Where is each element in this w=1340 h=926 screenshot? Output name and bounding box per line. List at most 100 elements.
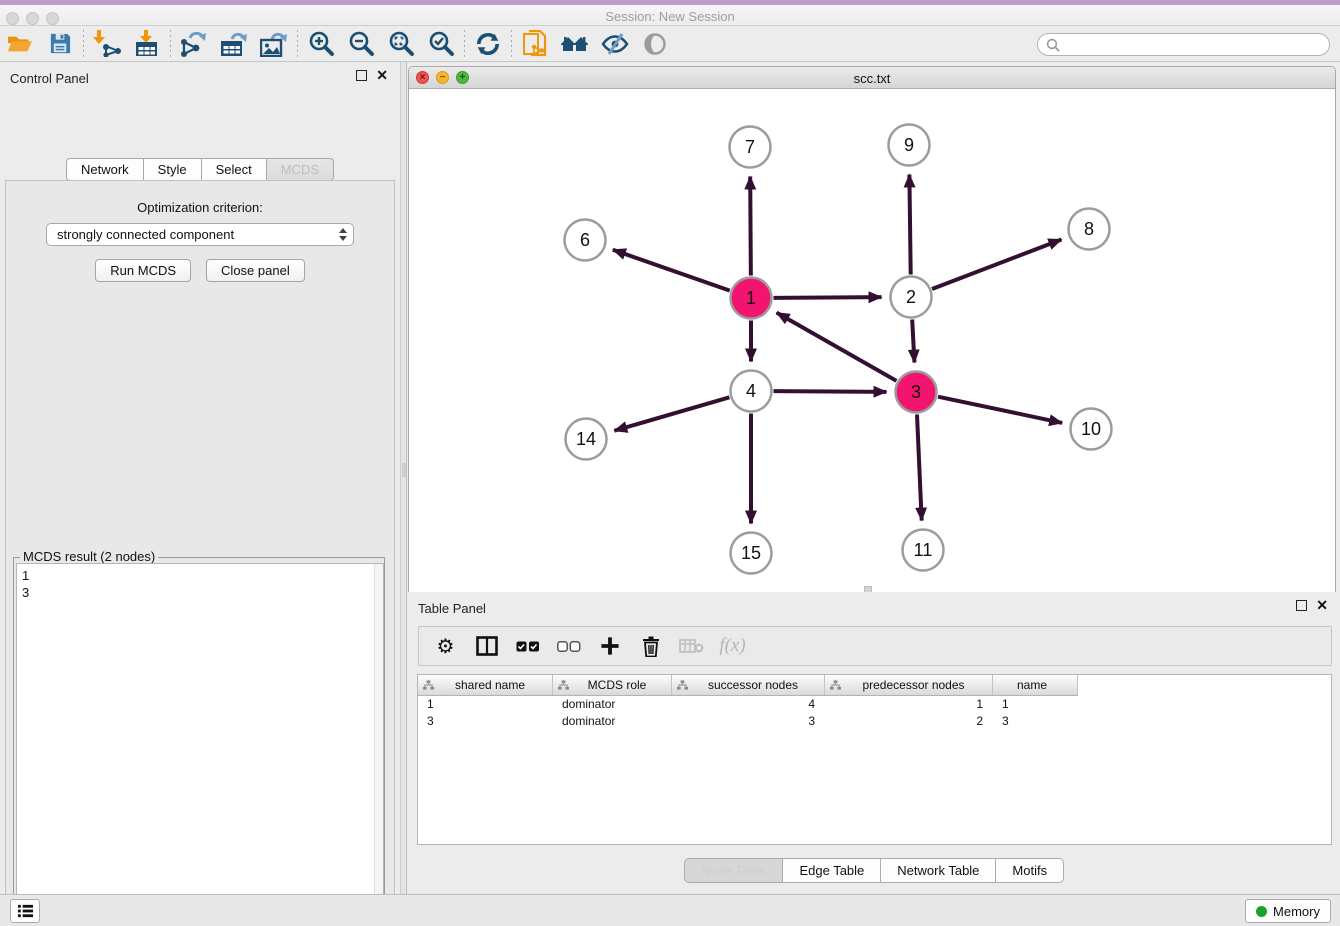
optimization-criterion-label: Optimization criterion: — [6, 200, 394, 215]
control-panel-tabs: NetworkStyleSelectMCDS — [0, 158, 400, 181]
table-row[interactable]: 1dominator411 — [418, 696, 1331, 713]
edge-4-14[interactable] — [614, 397, 729, 430]
table-options-gear-icon[interactable]: ⚙ — [427, 629, 464, 663]
float-panel-icon[interactable] — [356, 70, 367, 81]
edge-2-9[interactable] — [909, 174, 910, 274]
edge-3-1[interactable] — [777, 313, 897, 381]
network-from-clipboard-icon[interactable] — [515, 27, 555, 61]
node-table-header: shared nameMCDS rolesuccessor nodesprede… — [418, 675, 1078, 696]
show-column-icon[interactable] — [468, 629, 505, 663]
edge-1-6[interactable] — [613, 250, 730, 291]
table-panel: Table Panel ✕ ⚙ — [408, 592, 1340, 894]
column-header-MCDS-role[interactable]: MCDS role — [553, 675, 672, 695]
table-row[interactable]: 3dominator323 — [418, 713, 1331, 730]
memory-label: Memory — [1273, 904, 1320, 919]
toolbar-separator — [83, 30, 84, 58]
table-cell: 3 — [418, 714, 553, 728]
chevron-up-down-icon — [338, 227, 348, 245]
edge-3-11[interactable] — [917, 414, 922, 520]
import-network-icon[interactable] — [87, 27, 127, 61]
table-panel-header: Table Panel ✕ — [408, 592, 1340, 624]
list-icon — [17, 903, 34, 919]
run-mcds-button[interactable]: Run MCDS — [95, 259, 191, 282]
tab-select[interactable]: Select — [202, 158, 267, 181]
zoom-in-icon[interactable] — [301, 27, 341, 61]
mcds-result-box[interactable]: 1 3 — [16, 563, 384, 926]
panel-splitter[interactable] — [400, 62, 407, 894]
criterion-dropdown-value: strongly connected component — [57, 227, 234, 242]
edge-2-8[interactable] — [932, 240, 1061, 289]
criterion-dropdown[interactable]: strongly connected component — [46, 223, 354, 246]
select-all-columns-icon[interactable] — [509, 629, 546, 663]
show-details-icon[interactable] — [635, 27, 675, 61]
toolbar-separator — [464, 30, 465, 58]
result-scrollbar[interactable] — [374, 564, 383, 926]
task-history-button[interactable] — [10, 899, 40, 923]
tab-edge-table[interactable]: Edge Table — [783, 858, 881, 883]
zoom-out-icon[interactable] — [341, 27, 381, 61]
node-table-body: 1dominator4113dominator323 — [418, 696, 1331, 729]
node-label-9: 9 — [904, 135, 914, 155]
column-header-successor-nodes[interactable]: successor nodes — [672, 675, 825, 695]
node-table[interactable]: shared nameMCDS rolesuccessor nodesprede… — [417, 674, 1332, 845]
home-icon[interactable] — [555, 27, 595, 61]
edge-1-2[interactable] — [773, 297, 881, 298]
float-table-panel-icon[interactable] — [1296, 600, 1307, 611]
tab-node-table[interactable]: Node Table — [684, 858, 784, 883]
fx-label: f(x) — [719, 635, 745, 657]
memory-button[interactable]: Memory — [1245, 899, 1331, 923]
memory-status-dot — [1256, 906, 1267, 917]
unselect-all-columns-icon[interactable] — [550, 629, 587, 663]
zoom-selected-icon[interactable] — [421, 27, 461, 61]
tab-motifs[interactable]: Motifs — [996, 858, 1064, 883]
control-panel: Control Panel ✕ NetworkStyleSelectMCDS O… — [0, 62, 400, 894]
search-input[interactable] — [1037, 33, 1330, 56]
import-table-icon[interactable] — [127, 27, 167, 61]
edge-1-7[interactable] — [750, 176, 751, 275]
control-panel-header: Control Panel ✕ — [0, 62, 400, 94]
splitter-handle[interactable] — [402, 463, 406, 477]
node-label-6: 6 — [580, 230, 590, 250]
delete-column-icon[interactable] — [632, 629, 669, 663]
export-network-icon[interactable] — [174, 27, 214, 61]
hide-details-icon[interactable] — [595, 27, 635, 61]
add-column-icon[interactable] — [591, 629, 628, 663]
node-label-1: 1 — [746, 288, 756, 308]
mcds-panel: Optimization criterion: strongly connect… — [5, 180, 395, 926]
tab-style[interactable]: Style — [144, 158, 202, 181]
network-canvas-svg: 1234678910111415 — [409, 89, 1335, 592]
save-icon[interactable] — [40, 27, 80, 61]
tab-mcds[interactable]: MCDS — [267, 158, 334, 181]
edge-2-3[interactable] — [912, 319, 914, 362]
toolbar-separator — [170, 30, 171, 58]
refresh-icon[interactable] — [468, 27, 508, 61]
os-titlebar: Session: New Session — [0, 5, 1340, 26]
network-window-title: scc.txt — [409, 71, 1335, 86]
column-header-predecessor-nodes[interactable]: predecessor nodes — [825, 675, 993, 695]
column-header-name[interactable]: name — [993, 675, 1078, 695]
mcds-result-title: MCDS result (2 nodes) — [20, 549, 158, 564]
edge-4-3[interactable] — [773, 391, 886, 392]
tab-network-table[interactable]: Network Table — [881, 858, 996, 883]
close-panel-icon[interactable]: ✕ — [376, 70, 388, 81]
network-canvas[interactable]: 1234678910111415 — [409, 89, 1335, 592]
table-cell: 3 — [993, 714, 1078, 728]
table-cell: 2 — [825, 714, 993, 728]
network-window-titlebar[interactable]: × − + scc.txt — [409, 67, 1335, 89]
node-label-3: 3 — [911, 382, 921, 402]
open-folder-icon[interactable] — [0, 27, 40, 61]
table-cell: dominator — [553, 697, 672, 711]
search-icon — [1046, 38, 1060, 52]
edge-3-10[interactable] — [938, 397, 1062, 423]
close-panel-button[interactable]: Close panel — [206, 259, 305, 282]
export-image-icon[interactable] — [254, 27, 294, 61]
table-toolbar: ⚙ f(x) — [418, 626, 1332, 666]
export-table-icon[interactable] — [214, 27, 254, 61]
column-header-shared-name[interactable]: shared name — [418, 675, 553, 695]
table-cell: 1 — [825, 697, 993, 711]
close-table-panel-icon[interactable]: ✕ — [1316, 600, 1328, 611]
table-cell: 1 — [418, 697, 553, 711]
tab-network[interactable]: Network — [66, 158, 144, 181]
table-cell: 4 — [672, 697, 825, 711]
zoom-fit-icon[interactable] — [381, 27, 421, 61]
